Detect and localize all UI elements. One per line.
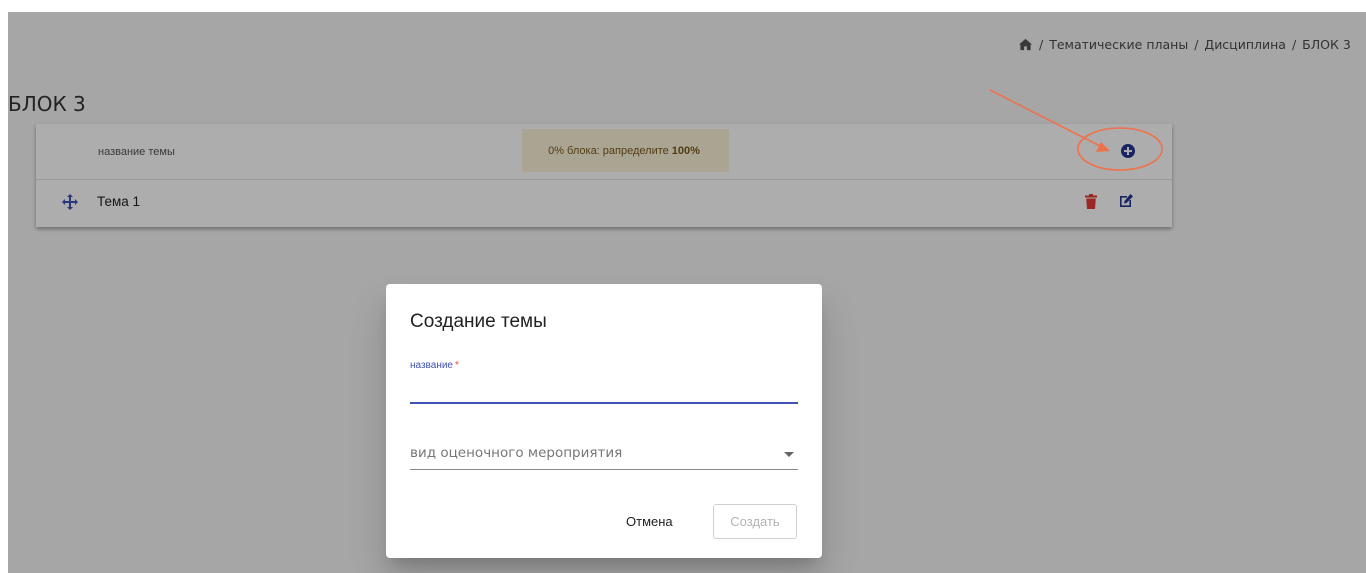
required-marker: *: [455, 360, 459, 371]
create-topic-dialog: Создание темы название * вид оценочного м…: [386, 284, 822, 558]
dialog-title: Создание темы: [410, 311, 547, 332]
name-field-label: название *: [410, 360, 459, 371]
create-button[interactable]: Создать: [713, 504, 797, 539]
assessment-type-select[interactable]: вид оценочного мероприятия: [410, 443, 798, 470]
cancel-button[interactable]: Отмена: [626, 514, 673, 529]
name-label-text: название: [410, 360, 453, 371]
chevron-down-icon: [784, 452, 794, 457]
name-input[interactable]: [410, 374, 798, 404]
assessment-type-placeholder: вид оценочного мероприятия: [410, 445, 623, 461]
